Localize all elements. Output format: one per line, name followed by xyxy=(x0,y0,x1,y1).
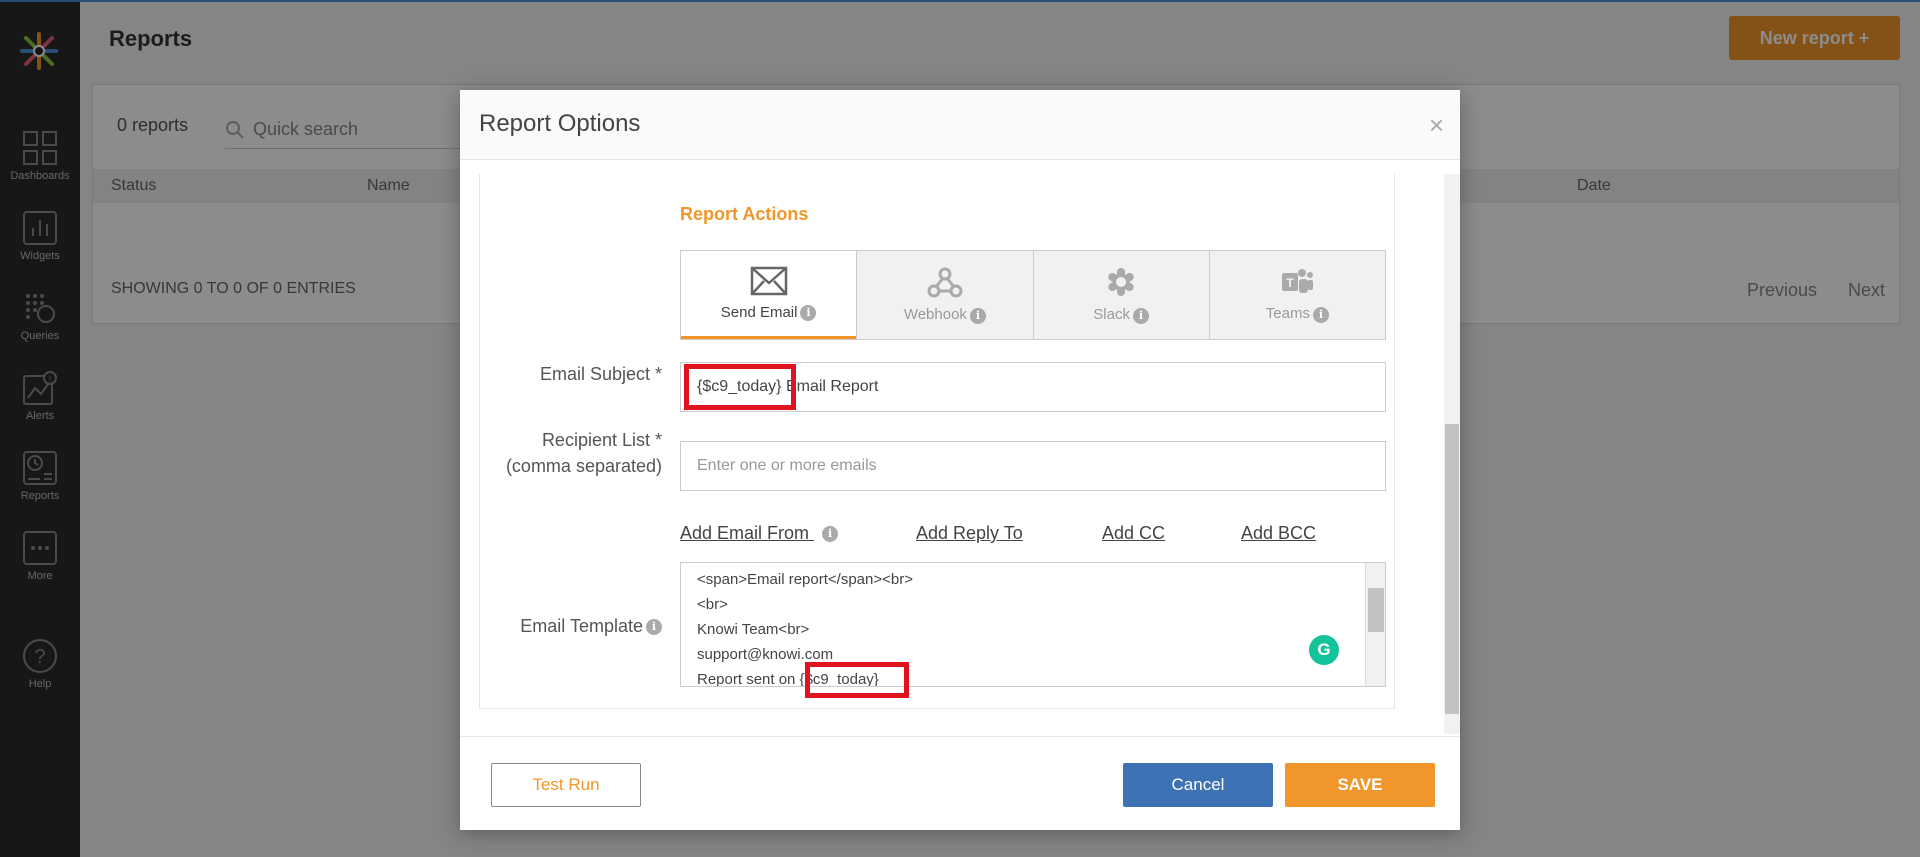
info-icon[interactable]: i xyxy=(800,305,817,322)
tab-teams[interactable]: T Teams i xyxy=(1208,251,1385,339)
modal-title: Report Options xyxy=(479,110,641,137)
add-cc-link[interactable]: Add CC xyxy=(1102,523,1165,544)
email-template-label: Email Template i xyxy=(520,613,662,639)
webhook-icon xyxy=(927,267,963,298)
scrollbar-thumb[interactable] xyxy=(1368,588,1384,632)
info-icon[interactable]: i xyxy=(646,619,662,636)
template-line: <span>Email report</span><br> xyxy=(697,571,913,588)
envelope-icon xyxy=(750,266,787,296)
report-actions-tabs: Send Email i Webhook i Slack i T Teams i xyxy=(680,250,1386,340)
recipient-placeholder: Enter one or more emails xyxy=(697,457,877,474)
teams-icon: T xyxy=(1282,269,1314,294)
tab-label: Teams xyxy=(1265,305,1310,323)
slack-icon xyxy=(1108,268,1134,297)
tab-label: Webhook xyxy=(903,306,967,324)
add-email-from-link[interactable]: Add Email From i xyxy=(680,523,839,544)
tab-slack[interactable]: Slack i xyxy=(1032,251,1209,339)
info-icon[interactable]: i xyxy=(1132,307,1149,324)
recipient-list-label: Recipient List * (comma separated) xyxy=(506,427,662,479)
template-line: support@knowi.com xyxy=(697,646,834,663)
save-button[interactable]: SAVE xyxy=(1285,763,1435,807)
modal-body: Report Actions Send Email i Webhook i Slac… xyxy=(479,174,1395,709)
tab-webhook[interactable]: Webhook i xyxy=(856,251,1033,339)
tab-label: Send Email xyxy=(720,303,798,321)
grammarly-icon[interactable]: G xyxy=(1309,635,1339,665)
modal-scrollbar[interactable] xyxy=(1444,174,1460,734)
modal-footer: Test Run Cancel SAVE xyxy=(460,736,1460,830)
report-options-modal: Report Options × Report Actions Send Ema… xyxy=(460,90,1460,830)
cancel-button[interactable]: Cancel xyxy=(1123,763,1273,807)
email-subject-label: Email Subject * xyxy=(539,364,662,384)
add-reply-to-link[interactable]: Add Reply To xyxy=(916,523,1023,544)
email-template-label-text: Email Template xyxy=(520,616,643,636)
info-icon[interactable]: i xyxy=(822,526,839,543)
section-title: Report Actions xyxy=(680,204,809,224)
svg-text:T: T xyxy=(1287,276,1295,290)
tab-send-email[interactable]: Send Email i xyxy=(681,251,857,339)
scrollbar-thumb[interactable] xyxy=(1445,424,1459,714)
info-icon[interactable]: i xyxy=(969,307,986,324)
recipient-label-line2: (comma separated) xyxy=(505,456,662,476)
close-icon[interactable]: × xyxy=(1429,112,1444,138)
recipient-label-line1: Recipient List * xyxy=(541,430,662,450)
test-run-button[interactable]: Test Run xyxy=(491,763,641,807)
template-line: Report sent on {$c9_today} xyxy=(697,671,879,687)
modal-header: Report Options × xyxy=(460,90,1460,160)
highlight-box xyxy=(684,364,796,410)
tab-label: Slack xyxy=(1093,306,1130,324)
template-line: <br> xyxy=(697,596,728,613)
email-template-textarea[interactable]: <span>Email report</span><br> <br> Knowi… xyxy=(680,562,1386,687)
add-bcc-link[interactable]: Add BCC xyxy=(1241,523,1316,544)
link-label: Add Email From xyxy=(680,523,810,543)
recipient-list-input[interactable]: Enter one or more emails xyxy=(680,441,1386,491)
highlight-box xyxy=(805,662,909,698)
template-line: Knowi Team<br> xyxy=(697,621,810,638)
template-scrollbar[interactable] xyxy=(1365,563,1385,686)
info-icon[interactable]: i xyxy=(1312,306,1329,323)
